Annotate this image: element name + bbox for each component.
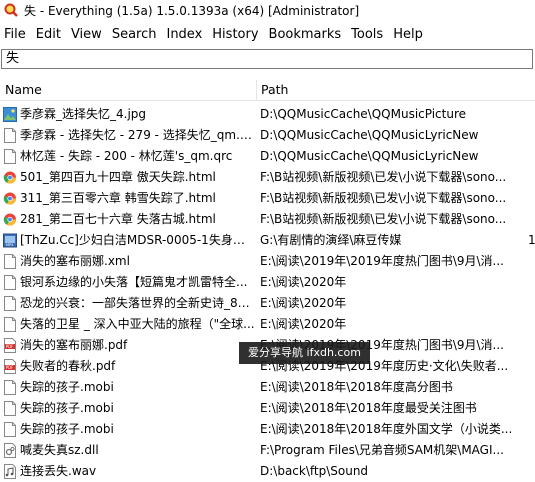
document-file-icon <box>3 296 17 311</box>
result-path: E:\阅读\2020年 <box>260 296 347 310</box>
result-row[interactable]: 喊麦失真sz.dll F:\Program Files\兄弟音频SAM机架\MAG… <box>0 440 535 461</box>
result-path: E:\阅读\2020年 <box>260 275 347 289</box>
menu-bookmarks[interactable]: Bookmarks <box>269 27 342 42</box>
result-row[interactable]: 失踪的孩子.mobi E:\阅读\2018年\2018年度最受关注图书 <box>0 398 535 419</box>
title-bar: 失 - Everything (1.5a) 1.5.0.1393a (x64) … <box>0 0 535 20</box>
result-path: F:\B站视频\新版视频\已发\小说下载器\sono... <box>260 212 507 226</box>
watermark-overlay: 爱分享导航 ifxdh.com <box>239 342 370 364</box>
result-name: [ThZu.Cc]少妇白洁MDSR-0005-1失身的... <box>20 233 256 247</box>
result-name: 季彦霖_选择失忆_4.jpg <box>20 107 147 121</box>
svg-text:PDF: PDF <box>6 365 14 370</box>
document-file-icon <box>3 149 17 164</box>
result-row[interactable]: 季彦霖_选择失忆_4.jpg D:\QQMusicCache\QQMusicPic… <box>0 104 535 125</box>
result-path: F:\B站视频\新版视频\已发\小说下载器\sono... <box>260 170 507 184</box>
document-file-icon <box>3 275 17 290</box>
document-file-icon <box>3 380 17 395</box>
column-header-path[interactable]: Path <box>261 80 288 100</box>
column-header-name[interactable]: Name <box>5 80 42 100</box>
result-name: 消失的塞布丽娜.xml <box>20 254 130 268</box>
result-name: 失败者的春秋.pdf <box>20 359 116 373</box>
menu-tools[interactable]: Tools <box>351 27 383 42</box>
result-path: F:\Program Files\兄弟音频SAM机架\MAGI... <box>260 443 504 457</box>
pdf-file-icon: PDF <box>3 338 17 353</box>
search-input[interactable]: 失 <box>1 49 533 69</box>
result-name: 失落的卫星 _ 深入中亚大陆的旅程（"全球... <box>20 317 255 331</box>
menu-history[interactable]: History <box>212 27 258 42</box>
result-name: 林忆莲 - 失踪 - 200 - 林忆莲's_qm.qrc <box>20 149 233 163</box>
video-file-icon: MP4 <box>3 233 17 248</box>
menu-search[interactable]: Search <box>112 27 157 42</box>
result-row[interactable]: 林忆莲 - 失踪 - 200 - 林忆莲's_qm.qrc D:\QQMusicC… <box>0 146 535 167</box>
menu-bar: File Edit View Search Index History Book… <box>0 24 535 44</box>
result-row[interactable]: 失踪的孩子.mobi E:\阅读\2018年\2018年度高分图书 <box>0 377 535 398</box>
svg-text:PDF: PDF <box>6 344 14 349</box>
result-path: E:\阅读\2018年\2018年度最受关注图书 <box>260 401 477 415</box>
image-file-icon <box>3 107 17 122</box>
result-name: 喊麦失真sz.dll <box>20 443 99 457</box>
chrome-html-icon <box>3 170 17 185</box>
result-row[interactable]: 消失的塞布丽娜.xml E:\阅读\2019年\2019年度热门图书\9月\消..… <box>0 251 535 272</box>
result-name: 311_第三百零六章 韩雪失踪了.html <box>20 191 216 205</box>
menu-edit[interactable]: Edit <box>36 27 61 42</box>
chrome-html-icon <box>3 212 17 227</box>
chrome-html-icon <box>3 191 17 206</box>
result-path: G:\有剧情的演绎\麻豆传媒 <box>260 233 402 247</box>
document-file-icon <box>3 401 17 416</box>
menu-index[interactable]: Index <box>166 27 202 42</box>
result-name: 281_第二百七十六章 失落古城.html <box>20 212 216 226</box>
result-row[interactable]: 季彦霖 - 选择失忆 - 279 - 选择失忆_qm.qrc D:\QQMusic… <box>0 125 535 146</box>
window-title: 失 - Everything (1.5a) 1.5.0.1393a (x64) … <box>24 3 360 18</box>
result-row[interactable]: 501_第四百九十四章 傲天失踪.html F:\B站视频\新版视频\已发\小说下… <box>0 167 535 188</box>
result-extra: 1 <box>528 233 535 247</box>
result-name: 失踪的孩子.mobi <box>20 401 114 415</box>
result-name: 失踪的孩子.mobi <box>20 422 114 436</box>
result-path: E:\阅读\2019年\2019年度热门图书\9月\消... <box>260 254 504 268</box>
result-name: 季彦霖 - 选择失忆 - 279 - 选择失忆_qm.qrc <box>20 128 256 142</box>
result-path: D:\QQMusicCache\QQMusicLyricNew <box>260 128 479 142</box>
document-file-icon <box>3 317 17 332</box>
svg-text:MP4: MP4 <box>6 243 14 247</box>
result-name: 消失的塞布丽娜.pdf <box>20 338 128 352</box>
result-path: E:\阅读\2018年\2018年度外国文学（小说类... <box>260 422 513 436</box>
menu-file[interactable]: File <box>4 27 26 42</box>
document-file-icon <box>3 422 17 437</box>
document-file-icon <box>3 128 17 143</box>
column-divider[interactable] <box>256 80 257 100</box>
result-row[interactable]: 失踪的孩子.mobi E:\阅读\2018年\2018年度外国文学（小说类... <box>0 419 535 440</box>
result-name: 恐龙的兴衰：一部失落世界的全新史诗_88... <box>20 296 256 310</box>
document-file-icon <box>3 254 17 269</box>
result-name: 501_第四百九十四章 傲天失踪.html <box>20 170 216 184</box>
menu-help[interactable]: Help <box>393 27 423 42</box>
result-row[interactable]: 311_第三百零六章 韩雪失踪了.html F:\B站视频\新版视频\已发\小说下… <box>0 188 535 209</box>
result-row[interactable]: 失落的卫星 _ 深入中亚大陆的旅程（"全球... E:\阅读\2020年 <box>0 314 535 335</box>
result-path: F:\B站视频\新版视频\已发\小说下载器\sono... <box>260 191 507 205</box>
result-name: 银河系边缘的小失落【短篇鬼才凯雷特全... <box>20 275 248 289</box>
menu-view[interactable]: View <box>71 27 102 42</box>
result-row[interactable]: 281_第二百七十六章 失落古城.html F:\B站视频\新版视频\已发\小说下… <box>0 209 535 230</box>
results-header: Name Path <box>0 80 535 101</box>
result-path: D:\QQMusicCache\QQMusicLyricNew <box>260 149 479 163</box>
result-row[interactable]: 银河系边缘的小失落【短篇鬼才凯雷特全... E:\阅读\2020年 <box>0 272 535 293</box>
dll-file-icon <box>3 443 17 458</box>
result-row[interactable]: MP4 [ThZu.Cc]少妇白洁MDSR-0005-1失身的... G:\有剧情的… <box>0 230 535 251</box>
result-path: D:\QQMusicCache\QQMusicPicture <box>260 107 467 121</box>
result-row[interactable]: 恐龙的兴衰：一部失落世界的全新史诗_88... E:\阅读\2020年 <box>0 293 535 314</box>
result-name: 失踪的孩子.mobi <box>20 380 114 394</box>
results-list: 季彦霖_选择失忆_4.jpg D:\QQMusicCache\QQMusicPic… <box>0 104 535 482</box>
pdf-file-icon: PDF <box>3 359 17 374</box>
result-path: E:\阅读\2020年 <box>260 317 347 331</box>
result-path: E:\阅读\2018年\2018年度高分图书 <box>260 380 453 394</box>
everything-app-icon <box>4 3 18 17</box>
